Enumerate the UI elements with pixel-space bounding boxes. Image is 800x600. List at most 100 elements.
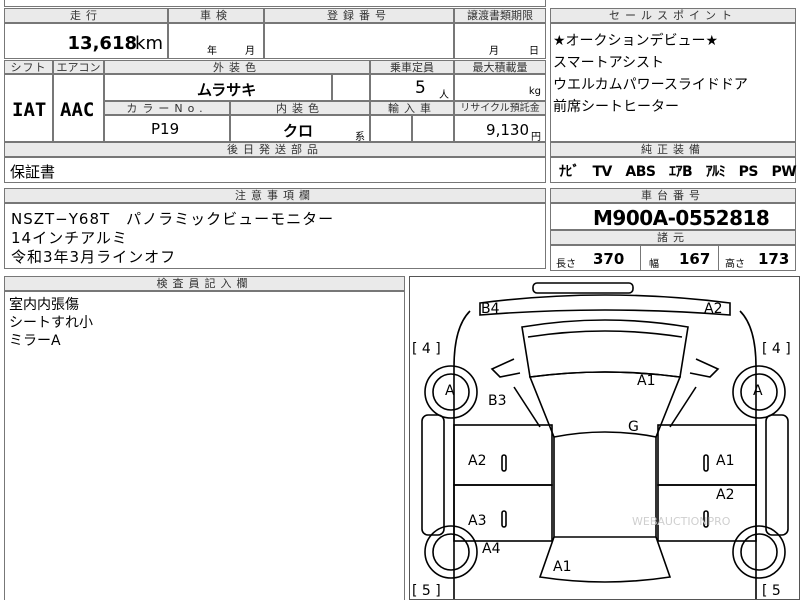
mileage-unit: km [135, 33, 163, 54]
left-side-strip [421, 414, 445, 536]
mark-a1-right: A1 [716, 453, 735, 469]
recycle-label: リサイクル預託金 [460, 103, 540, 114]
mark-tire-rear-left: [ 5 ] [412, 583, 441, 599]
inspection-label: 車検 [200, 9, 232, 22]
inspector-cell: 室内内張傷 シートすれ小 ミラーA [4, 291, 405, 600]
aircon-value: AAC [60, 99, 95, 121]
interior-value: クロ [283, 122, 314, 140]
capacity-unit: 人 [439, 90, 449, 101]
sales-line-1: ★オークションデビュー★ [553, 33, 719, 49]
sales-label: セールスポイント [609, 9, 737, 22]
top-cutoff-strip [4, 0, 546, 7]
capacity-header: 乗車定員 [370, 60, 454, 74]
color-no-cell: P19 [104, 115, 230, 142]
recycle-header: リサイクル預託金 [454, 101, 546, 115]
chassis-cell: M900A-0552818 [550, 203, 796, 230]
mark-a-left-wheel: A [445, 383, 455, 399]
exterior-label: 外装色 [213, 61, 261, 74]
color-no-header: カラーNo. [104, 101, 230, 115]
mileage-header: 走行 [4, 8, 168, 23]
transfer-label: 譲渡書類期限 [467, 9, 533, 22]
watermark: WEBAUCTIONPRO [632, 515, 731, 528]
specs-label: 諸元 [657, 231, 689, 244]
car-damage-diagram: B4 A2 [ 4 ] [ 4 ] A A A1 B3 G A2 A1 A2 A… [409, 276, 800, 600]
sales-line-3: ウエルカムパワースライドドア [553, 77, 748, 93]
import-cell-a [370, 115, 412, 142]
left-mirror [490, 358, 521, 378]
color-no-value: P19 [151, 120, 180, 138]
width-value: 167 [679, 250, 711, 268]
mark-a4: A4 [482, 541, 501, 557]
left-rear-handle [501, 510, 507, 528]
wheel-rear-right-inner [740, 533, 778, 571]
loadcap-header: 最大積載量 [454, 60, 546, 74]
mark-tire-front-left: [ 4 ] [412, 341, 441, 357]
chassis-label: 車台番号 [641, 189, 705, 202]
recycle-value: 9,130 [486, 121, 529, 139]
mark-a-right-wheel: A [753, 383, 763, 399]
transfer-cell: 月 日 [454, 23, 546, 59]
equipment-value: ﾅﾋﾞ TV ABS ｴｱB ｱﾙﾐ PS PW [559, 164, 797, 180]
aircon-cell: AAC [53, 74, 104, 142]
transfer-month: 月 [489, 46, 499, 57]
left-front-handle [501, 454, 507, 472]
specs-cell: 長さ 370 幅 167 高さ 173 [550, 245, 796, 271]
interior-label: 内装色 [276, 102, 324, 115]
inspection-cell: 年 月 [168, 23, 264, 59]
hood [521, 319, 689, 378]
wheel-rear-left-inner [432, 533, 470, 571]
color-no-label: カラーNo. [126, 102, 208, 115]
transfer-day: 日 [529, 46, 539, 57]
exterior-cell-extra [332, 74, 370, 101]
length-value: 370 [593, 250, 625, 268]
mark-b3: B3 [488, 393, 507, 409]
sales-line-4: 前席シートヒーター [553, 99, 679, 115]
equipment-header: 純正装備 [550, 142, 796, 157]
exterior-value: ムラサキ [197, 81, 257, 99]
inspection-year: 年 [207, 46, 217, 57]
inspector-line-1: 室内内張傷 [9, 297, 79, 313]
shift-header: シフト [4, 60, 53, 74]
inspector-label: 検査員記入欄 [156, 277, 253, 290]
aircon-header: エアコン [53, 60, 104, 74]
notes-cell: NSZT−Y68T パノラミックビューモニター 14インチアルミ 令和3年3月ラ… [4, 203, 546, 269]
later-parts-header: 後日発送部品 [4, 142, 546, 157]
registration-cell [264, 23, 454, 59]
later-parts-cell: 保証書 [4, 157, 546, 183]
later-parts-value: 保証書 [10, 163, 56, 181]
height-label: 高さ [725, 259, 745, 270]
mark-tire-front-right: [ 4 ] [762, 341, 791, 357]
interior-suffix: 系 [355, 132, 365, 143]
front-bumper [532, 282, 634, 294]
mark-a1-hood: A1 [637, 373, 656, 389]
inspection-header: 車検 [168, 8, 264, 23]
exterior-cell: ムラサキ [104, 74, 332, 101]
mark-b4: B4 [481, 301, 500, 317]
inspector-header: 検査員記入欄 [4, 276, 405, 291]
equipment-label: 純正装備 [641, 143, 705, 156]
car-outline-svg [421, 282, 789, 599]
notes-line-3: 令和3年3月ラインオフ [11, 248, 177, 266]
aircon-label: エアコン [56, 61, 101, 74]
notes-label: 注意事項欄 [235, 189, 315, 202]
registration-header: 登録番号 [264, 8, 454, 23]
sales-cell: ★オークションデビュー★ スマートアシスト ウエルカムパワースライドドア 前席シ… [550, 23, 796, 142]
inspector-line-3: ミラーA [9, 333, 61, 349]
length-label: 長さ [556, 259, 576, 270]
mark-a1-rear: A1 [553, 559, 572, 575]
interior-header: 内装色 [230, 101, 370, 115]
capacity-value: 5 [415, 78, 426, 98]
front-grille [479, 294, 731, 316]
chassis-value: M900A-0552818 [593, 206, 770, 230]
inspector-line-2: シートすれ小 [9, 315, 93, 331]
registration-label: 登録番号 [327, 9, 391, 22]
mark-a2-left: A2 [468, 453, 487, 469]
width-label: 幅 [649, 259, 659, 270]
capacity-cell: 5 人 [370, 74, 454, 101]
inspection-month: 月 [245, 46, 255, 57]
right-mirror [689, 358, 720, 378]
mileage-label: 走行 [70, 9, 102, 22]
height-value: 173 [758, 250, 790, 268]
specs-divider-2 [718, 245, 719, 271]
right-front-handle [703, 454, 709, 472]
